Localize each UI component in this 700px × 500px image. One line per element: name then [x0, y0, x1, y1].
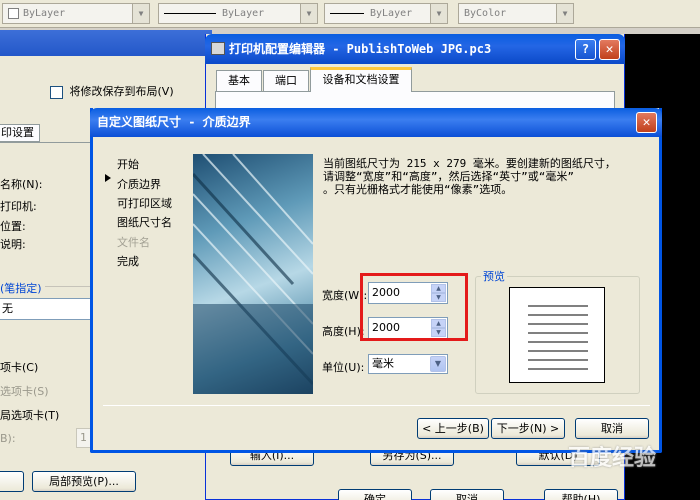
name-label: 名称(N):	[0, 178, 43, 191]
checkbox-box	[50, 85, 63, 99]
units-label: 单位(U):	[322, 361, 365, 374]
help-icon[interactable]: ?	[575, 39, 596, 60]
description-line: 请调整“宽度”和“高度”，然后选择“英寸”或“毫米”	[323, 170, 574, 183]
height-label: 高度(H):	[322, 325, 365, 338]
nav-item-start: 开始	[117, 158, 139, 171]
tab-label: 端口	[275, 74, 297, 87]
page-setup-titlebar	[0, 30, 212, 56]
tab-label: 基本	[228, 74, 250, 87]
window-title: 打印机配置编辑器 - PublishToWeb JPG.pc3	[229, 42, 492, 56]
plotter-illustration-icon	[193, 154, 313, 394]
plotter-illustration-image	[193, 154, 313, 394]
preview-page	[509, 287, 605, 383]
option-b-label: B):	[0, 432, 16, 445]
chevron-down-icon: ▼	[300, 4, 317, 23]
lineweight-combo[interactable]: ByLayer ▼	[324, 3, 448, 24]
linetype-combo[interactable]: ByLayer ▼	[158, 3, 318, 24]
help-button[interactable]: 帮助(H)	[544, 489, 618, 500]
nav-item-paper-size-name: 图纸尺寸名	[117, 216, 172, 229]
plot-style-field[interactable]: 无	[0, 298, 96, 320]
description-line: 。只有光栅格式才能使用“像素”选项。	[323, 183, 513, 196]
preview-lines-icon	[528, 305, 588, 370]
tab-label: 印设置	[1, 126, 34, 139]
tab-plot-settings[interactable]: 印设置	[0, 124, 40, 142]
highlight-box	[360, 273, 468, 341]
save-to-layout-label: 将修改保存到布局(V)	[69, 85, 174, 98]
nav-item-printable-area: 可打印区域	[117, 197, 172, 210]
save-to-layout-checkbox[interactable]: 将修改保存到布局(V)	[50, 83, 174, 99]
partial-preview-button[interactable]: 局部预览(P)...	[32, 471, 136, 492]
chevron-down-icon: ▼	[132, 4, 149, 23]
plot-style-group-label: (笔指定)	[0, 280, 45, 296]
plotter-label: 打印机:	[0, 200, 37, 213]
cancel-button[interactable]: 取消	[575, 418, 649, 439]
field-value: 无	[2, 302, 13, 315]
tab-label: 设备和文档设置	[322, 73, 400, 86]
close-icon[interactable]: ✕	[599, 39, 620, 60]
properties-toolbar: ByLayer ▼ ByLayer ▼ ByLayer ▼ ByColor ▼	[0, 0, 700, 28]
units-select[interactable]: 毫米 ▼	[368, 354, 448, 374]
field-value: 1	[80, 431, 87, 444]
nav-item-media-bounds: 介质边界	[117, 178, 161, 191]
chevron-down-icon: ▼	[556, 4, 573, 23]
dialog-title: 自定义图纸尺寸 - 介质边界	[97, 115, 251, 129]
plotstyle-combo[interactable]: ByColor ▼	[458, 3, 574, 24]
combo-label: ByColor	[464, 8, 507, 19]
option-tab-s: 选项卡(S)	[0, 385, 49, 398]
description-label: 说明:	[0, 238, 26, 251]
cancel-button[interactable]: 取消	[430, 489, 504, 500]
option-tab-c[interactable]: 项卡(C)	[0, 359, 38, 375]
option-tab-t[interactable]: 局选项卡(T)	[0, 407, 59, 423]
watermark-text: 百度经验	[568, 446, 657, 471]
plotter-config-titlebar: 打印机配置编辑器 - PublishToWeb JPG.pc3 ? ✕	[205, 34, 625, 64]
nav-item-finish: 完成	[117, 255, 139, 268]
line-sample-icon	[164, 12, 216, 14]
combo-label: ByLayer	[23, 8, 66, 19]
button-divider	[103, 405, 650, 406]
description-text: 当前图纸尺寸为 215 x 279 毫米。要创建新的图纸尺寸， 请调整“宽度”和…	[323, 157, 616, 196]
layer-color-combo[interactable]: ByLayer ▼	[2, 3, 150, 24]
tab-device-settings[interactable]: 设备和文档设置	[310, 67, 412, 92]
color-swatch-icon	[8, 7, 19, 19]
plotter-icon	[211, 42, 225, 55]
next-button[interactable]: 下一步(N) >	[491, 418, 565, 439]
combo-label: ByLayer	[222, 8, 265, 19]
preview-group-label: 预览	[481, 268, 507, 284]
back-button[interactable]: < 上一步(B)	[417, 418, 489, 439]
nav-item-file-name: 文件名	[117, 236, 150, 249]
line-sample-icon	[330, 12, 364, 14]
partial-button[interactable]	[0, 471, 24, 492]
ok-button[interactable]: 确定	[338, 489, 412, 500]
tab-basic[interactable]: 基本	[216, 70, 262, 91]
current-step-arrow-icon	[105, 174, 111, 182]
dialog-titlebar: 自定义图纸尺寸 - 介质边界 ✕	[90, 108, 662, 137]
tab-port[interactable]: 端口	[263, 70, 309, 91]
location-label: 位置:	[0, 220, 26, 233]
close-icon[interactable]: ✕	[636, 112, 657, 133]
units-value: 毫米	[372, 357, 394, 370]
chevron-down-icon: ▼	[430, 4, 447, 23]
combo-label: ByLayer	[370, 8, 413, 19]
chevron-down-icon: ▼	[430, 356, 446, 372]
description-line: 当前图纸尺寸为 215 x 279 毫米。要创建新的图纸尺寸，	[323, 157, 616, 170]
